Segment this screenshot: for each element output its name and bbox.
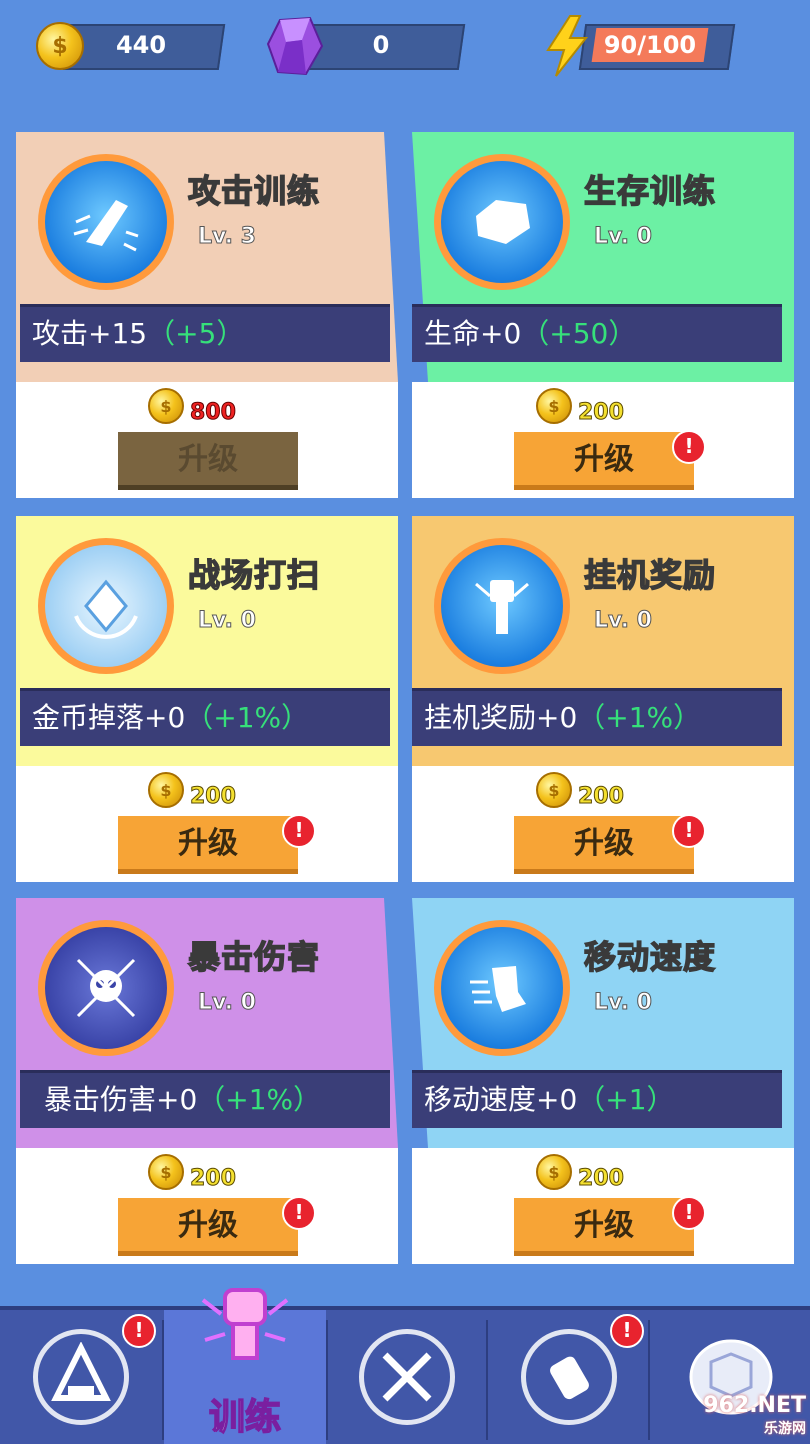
alert-badge: ! xyxy=(122,1314,156,1348)
energy-value: 90/100 xyxy=(603,31,697,59)
card-badge xyxy=(434,920,570,1056)
upgrade-card-idle-reward: 挂机奖励 Lv. 0 挂机奖励+0（+1%） $200 升级 ! xyxy=(412,516,794,882)
gold-coin-icon: $ xyxy=(536,1154,572,1190)
alert-badge: ! xyxy=(672,430,706,464)
energy-counter: 90/100 xyxy=(542,15,736,77)
power-fist-icon xyxy=(201,1288,289,1360)
gold-counter: $ 440 xyxy=(36,22,226,70)
gem-counter: 0 xyxy=(266,16,466,76)
bottom-nav: ! 训练 ! 962.NET 乐游网 xyxy=(0,1288,810,1444)
watermark: 962.NET 乐游网 xyxy=(703,1393,806,1437)
upgrade-button[interactable]: 升级 xyxy=(118,432,298,490)
upgrade-button[interactable]: 升级 xyxy=(118,1198,298,1256)
card-title: 暴击伤害 xyxy=(187,937,321,977)
upgrade-card-crit: 暴击伤害 Lv. 0 暴击伤害+0（+1%） $200 升级 ! xyxy=(16,898,398,1264)
card-level: Lv. 0 xyxy=(198,608,257,634)
card-stat: 暴击伤害+0（+1%） xyxy=(20,1070,390,1128)
card-title: 挂机奖励 xyxy=(583,555,717,595)
alert-badge: ! xyxy=(610,1314,644,1348)
upgrade-button[interactable]: 升级 xyxy=(118,816,298,874)
gem-value: 0 xyxy=(372,31,390,59)
alert-badge: ! xyxy=(282,1196,316,1230)
nav-item-base[interactable]: ! xyxy=(0,1310,162,1444)
resource-bar: $ 440 0 90/100 xyxy=(0,0,810,100)
nav-label: 训练 xyxy=(208,1396,282,1439)
card-level: Lv. 0 xyxy=(198,990,257,1016)
card-stat: 移动速度+0（+1） xyxy=(412,1070,782,1128)
gold-coin-icon: $ xyxy=(148,388,184,424)
upgrade-card-move-speed: 移动速度 Lv. 0 移动速度+0（+1） $200 升级 ! xyxy=(412,898,794,1264)
gold-coin-icon: $ xyxy=(36,22,84,70)
upgrade-button[interactable]: 升级 xyxy=(514,816,694,874)
card-badge xyxy=(38,154,174,290)
alert-badge: ! xyxy=(672,1196,706,1230)
diamond-magnet-icon xyxy=(74,579,138,639)
card-title: 移动速度 xyxy=(583,937,717,977)
card-title: 攻击训练 xyxy=(187,171,321,211)
crossed-guns-icon xyxy=(382,1352,432,1402)
gold-value: 440 xyxy=(115,31,167,59)
card-badge xyxy=(38,538,174,674)
hexagon-base-icon xyxy=(51,1342,111,1401)
nav-item-shell[interactable]: 962.NET 乐游网 xyxy=(650,1310,810,1444)
card-stat: 挂机奖励+0（+1%） xyxy=(412,688,782,746)
card-stat: 攻击+15（+5） xyxy=(20,304,390,362)
card-level: Lv. 0 xyxy=(594,608,653,634)
nav-item-training[interactable]: 训练 xyxy=(164,1288,326,1444)
alert-badge: ! xyxy=(672,814,706,848)
gold-coin-icon: $ xyxy=(536,772,572,808)
grenade-icon xyxy=(550,1356,589,1400)
card-level: Lv. 0 xyxy=(594,990,653,1016)
gold-coin-icon: $ xyxy=(536,388,572,424)
card-title: 生存训练 xyxy=(583,171,717,211)
running-boot-icon xyxy=(470,966,526,1012)
raised-fist-icon xyxy=(475,580,529,634)
card-badge xyxy=(434,538,570,674)
alert-badge: ! xyxy=(282,814,316,848)
lightning-icon xyxy=(546,15,589,77)
card-level: Lv. 0 xyxy=(594,224,653,250)
nav-item-weapons[interactable] xyxy=(326,1310,488,1444)
nav-item-items[interactable]: ! xyxy=(488,1310,650,1444)
card-stat: 金币掉落+0（+1%） xyxy=(20,688,390,746)
card-level: Lv. 3 xyxy=(198,224,257,250)
skull-crosshair-icon xyxy=(76,958,136,1018)
card-badge xyxy=(38,920,174,1056)
card-stat: 生命+0（+50） xyxy=(412,304,782,362)
gold-coin-icon: $ xyxy=(148,772,184,808)
sword-fist-icon xyxy=(73,200,139,252)
armor-icon xyxy=(476,200,530,244)
purple-gem-icon xyxy=(266,16,324,76)
upgrade-card-survival: 生存训练 Lv. 0 生命+0（+50） $200 升级 ! xyxy=(412,132,794,498)
card-title: 战场打扫 xyxy=(187,555,321,595)
card-badge xyxy=(434,154,570,290)
upgrade-card-attack: 攻击训练 Lv. 3 攻击+15（+5） $800 升级 xyxy=(16,132,398,498)
upgrade-button[interactable]: 升级 xyxy=(514,1198,694,1256)
upgrade-card-cleanup: 战场打扫 Lv. 0 金币掉落+0（+1%） $200 升级 ! xyxy=(16,516,398,882)
gold-coin-icon: $ xyxy=(148,1154,184,1190)
upgrade-button[interactable]: 升级 xyxy=(514,432,694,490)
